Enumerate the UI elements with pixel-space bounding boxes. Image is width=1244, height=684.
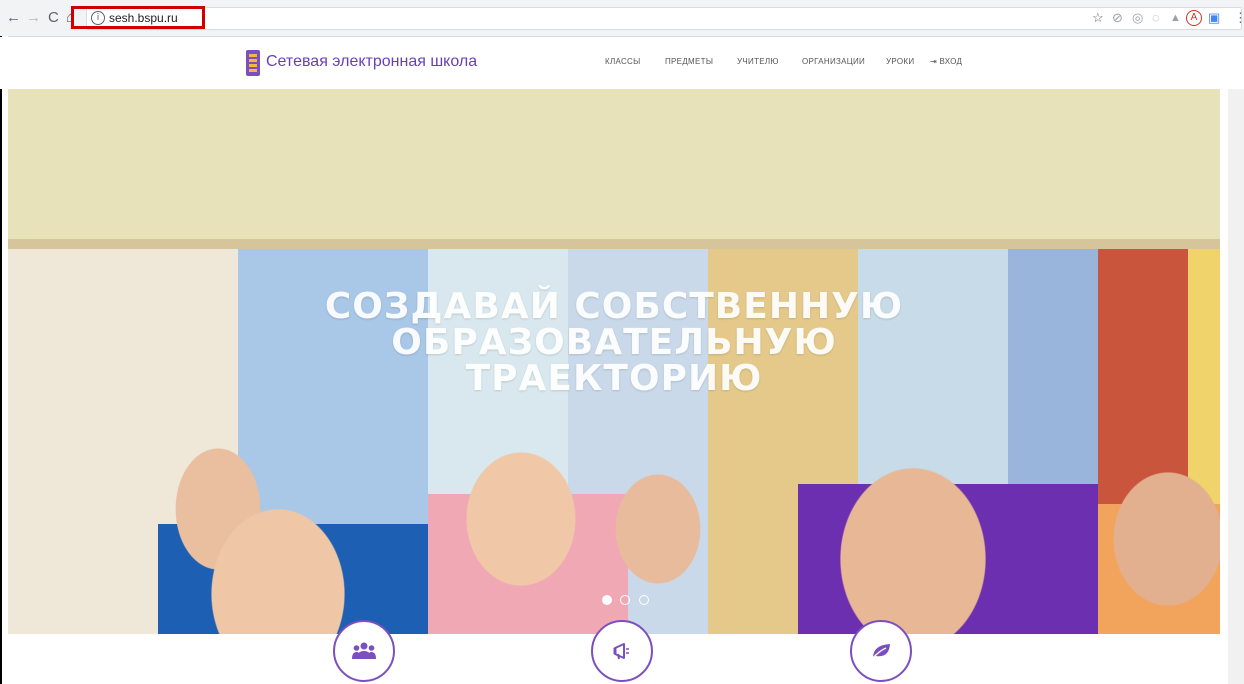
- address-bar[interactable]: i sesh.bspu.ru: [86, 7, 1242, 30]
- hero-carousel[interactable]: СОЗДАВАЙ СОБСТВЕННУЮ ОБРАЗОВАТЕЛЬНУЮ ТРА…: [8, 89, 1220, 634]
- url-highlight-box: [71, 6, 205, 29]
- carousel-dot[interactable]: [620, 595, 631, 605]
- carousel-indicators: [602, 592, 653, 605]
- carousel-dot[interactable]: [602, 595, 612, 605]
- nav-item-subjects[interactable]: ПРЕДМЕТЫ: [665, 57, 713, 66]
- reload-icon[interactable]: C: [48, 9, 59, 27]
- bullhorn-icon: [613, 643, 629, 660]
- hero-title-line: ТРАЕКТОРИЮ: [465, 358, 763, 399]
- window-frame: [0, 36, 8, 684]
- brand-name[interactable]: Сетевая электронная школа: [266, 53, 477, 71]
- users-icon: [352, 642, 376, 659]
- nav-item-organizations[interactable]: ОРГАНИЗАЦИИ: [802, 57, 865, 66]
- page-scrollbar[interactable]: [1228, 89, 1244, 684]
- extension-icon[interactable]: ▲: [1170, 10, 1181, 26]
- adblock-icon[interactable]: A: [1186, 10, 1202, 26]
- extension-icon[interactable]: ◎: [1132, 10, 1143, 26]
- hero-title-line: ОБРАЗОВАТЕЛЬНУЮ: [391, 322, 837, 363]
- hero-title-line: СОЗДАВАЙ СОБСТВЕННУЮ: [324, 286, 904, 327]
- carousel-dot[interactable]: [638, 595, 649, 605]
- feature-growth-button[interactable]: [850, 620, 912, 682]
- feature-announcements-button[interactable]: [591, 620, 653, 682]
- site-header: Сетевая электронная школа КЛАССЫ ПРЕДМЕТ…: [0, 37, 1244, 89]
- extension-icon[interactable]: ◌: [1152, 10, 1160, 26]
- leaf-icon: [871, 644, 890, 659]
- nav-item-classes[interactable]: КЛАССЫ: [605, 57, 641, 66]
- nav-item-login[interactable]: ⇥ ВХОД: [930, 57, 962, 66]
- extension-icon[interactable]: ▣: [1208, 10, 1220, 26]
- school-logo-icon[interactable]: [246, 50, 260, 76]
- hero-title: СОЗДАВАЙ СОБСТВЕННУЮ ОБРАЗОВАТЕЛЬНУЮ ТРА…: [8, 289, 1220, 397]
- feature-users-button[interactable]: [333, 620, 395, 682]
- bookmark-star-icon[interactable]: ☆: [1092, 10, 1104, 26]
- nav-item-lessons[interactable]: УРОКИ: [886, 57, 914, 66]
- forward-arrow-icon[interactable]: →: [26, 9, 41, 27]
- extension-icon[interactable]: ⊘: [1112, 10, 1123, 26]
- back-arrow-icon[interactable]: ←: [6, 9, 21, 27]
- browser-toolbar: ← → C ⌂ i sesh.bspu.ru ☆ ⊘ ◎ ◌ ▲ A ▣ ⋮: [0, 0, 1244, 37]
- browser-menu-icon[interactable]: ⋮: [1234, 10, 1244, 26]
- nav-item-teacher[interactable]: УЧИТЕЛЮ: [737, 57, 779, 66]
